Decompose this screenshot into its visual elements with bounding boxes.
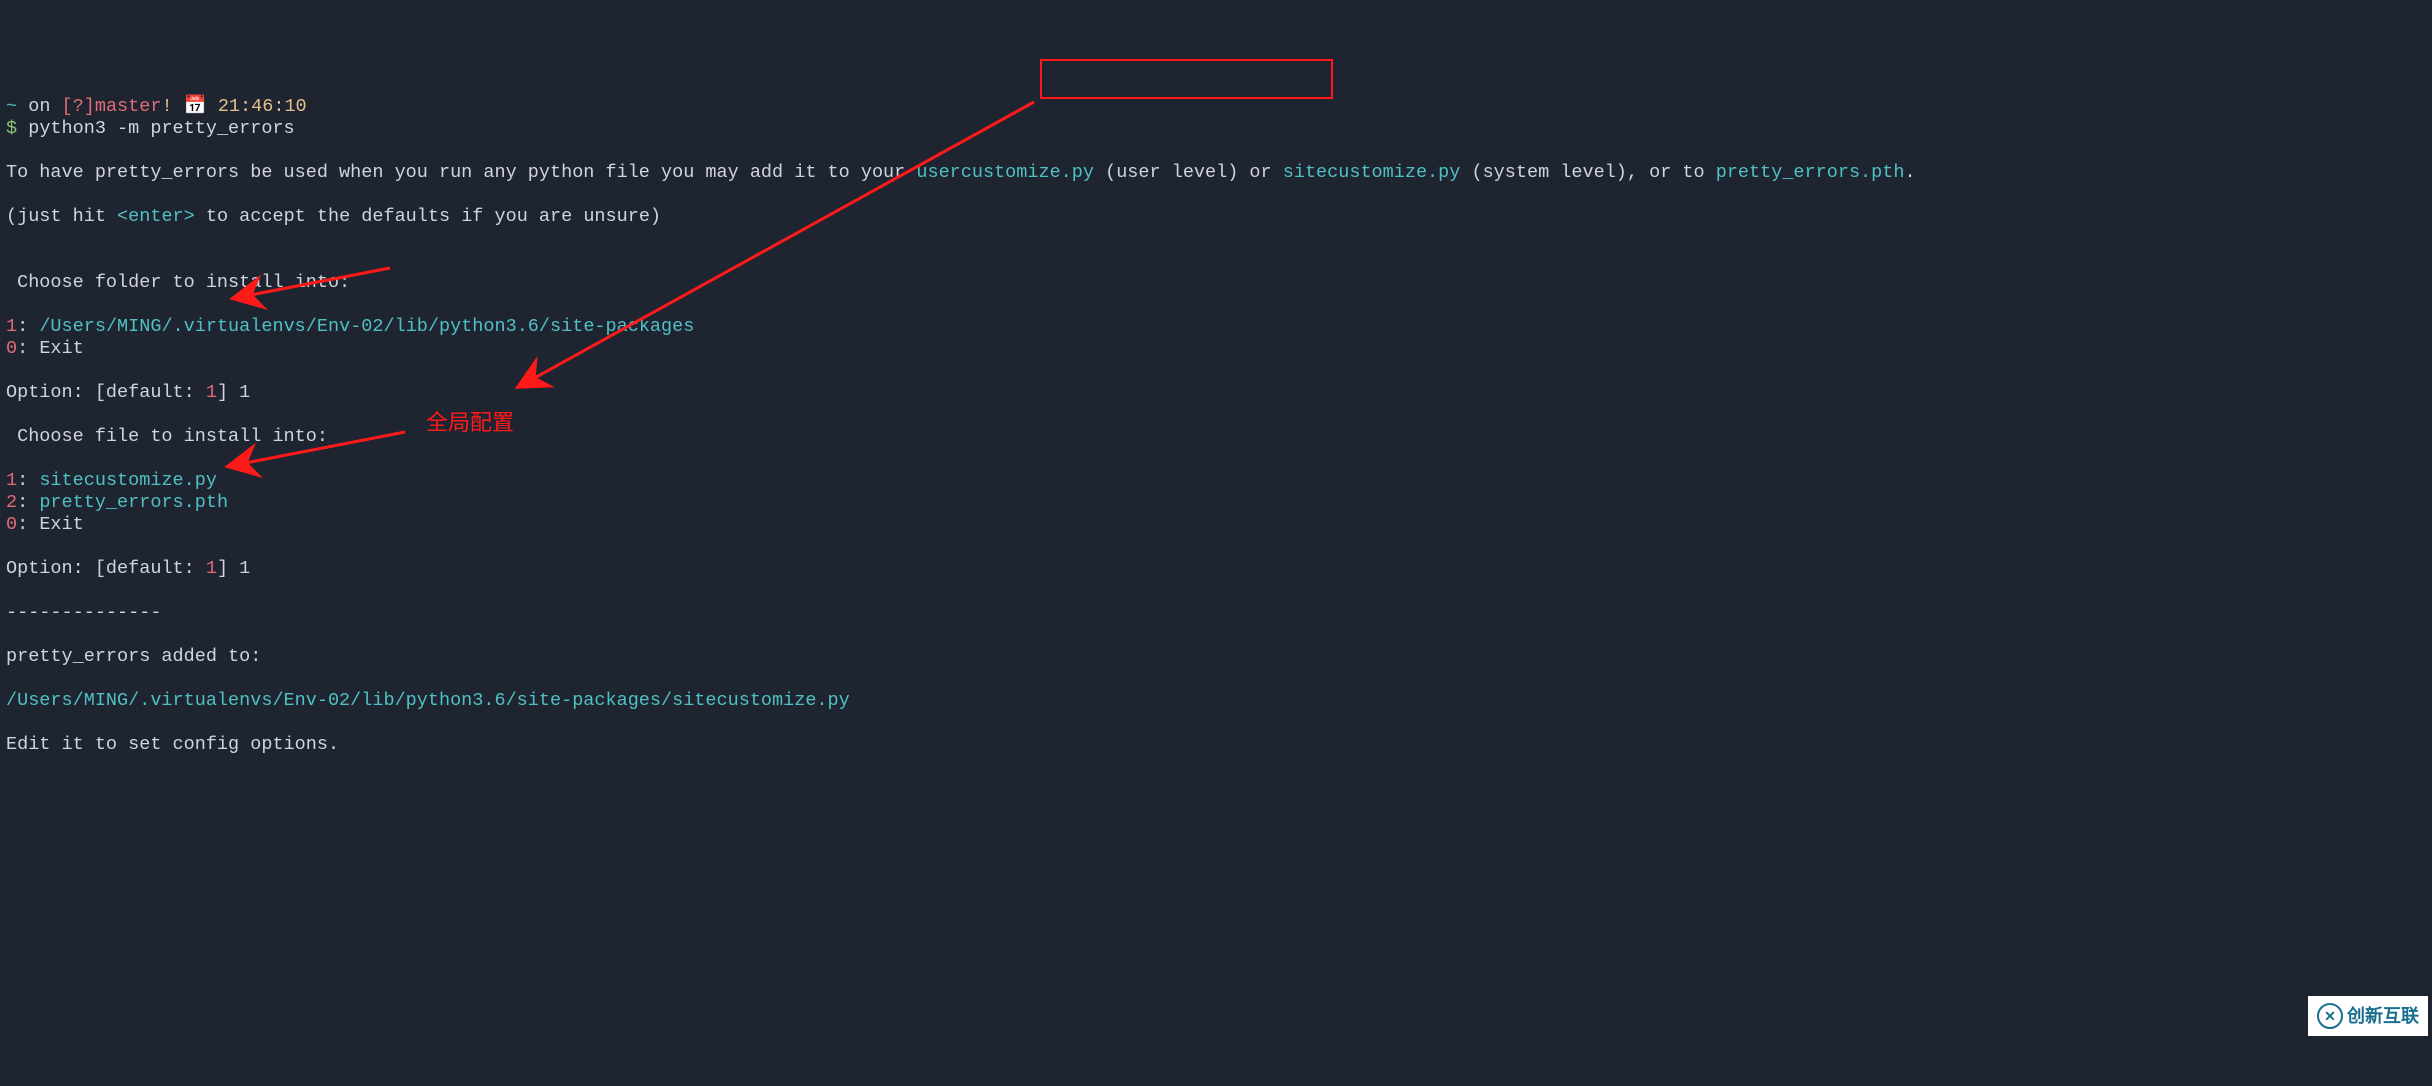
file-option-1-num: 1: [6, 470, 17, 491]
added-to-label: pretty_errors added to:: [6, 646, 261, 667]
clock-icon: 📅: [173, 96, 218, 117]
folder-option-1-colon: :: [17, 316, 39, 337]
file-option-0-num: 0: [6, 514, 17, 535]
info-line-1c: (system level), or to: [1460, 162, 1715, 183]
file-option-1-name: sitecustomize.py: [39, 470, 217, 491]
enter-key: <enter>: [117, 206, 195, 227]
branch-bang: !: [161, 96, 172, 117]
option-prompt-1b: ]: [217, 382, 239, 403]
watermark-logo-icon: ✕: [2317, 1003, 2343, 1029]
option-input-2[interactable]: 1: [239, 558, 250, 579]
terminal-output: ~ on [?]master! 📅 21:46:10 $ python3 -m …: [6, 96, 2426, 756]
folder-option-1-num: 1: [6, 316, 17, 337]
prompt-dollar: $: [6, 118, 28, 139]
folder-option-1-path: /Users/MING/.virtualenvs/Env-02/lib/pyth…: [39, 316, 694, 337]
edit-hint: Edit it to set config options.: [6, 734, 339, 755]
prompt-tilde: ~: [6, 96, 17, 117]
option-default-2: 1: [206, 558, 217, 579]
option-prompt-2b: ]: [217, 558, 239, 579]
option-prompt-1a: Option: [default:: [6, 382, 206, 403]
choose-folder-header: Choose folder to install into:: [6, 272, 350, 293]
watermark-text: 创新互联: [2347, 1005, 2419, 1027]
pretty-errors-pth-file: pretty_errors.pth: [1716, 162, 1905, 183]
folder-option-0-exit: : Exit: [17, 338, 84, 359]
file-option-2-colon: :: [17, 492, 39, 513]
branch-name: master: [95, 96, 162, 117]
usercustomize-file: usercustomize.py: [916, 162, 1094, 183]
command: python3 -m pretty_errors: [28, 118, 294, 139]
info-line-2a: (just hit: [6, 206, 117, 227]
watermark: ✕ 创新互联: [2308, 996, 2428, 1036]
highlight-box: [1040, 59, 1333, 99]
prompt-on: on: [17, 96, 61, 117]
file-option-0-exit: : Exit: [17, 514, 84, 535]
added-path: /Users/MING/.virtualenvs/Env-02/lib/pyth…: [6, 690, 850, 711]
annotation-label: 全局配置: [426, 412, 514, 434]
option-prompt-2a: Option: [default:: [6, 558, 206, 579]
choose-file-header: Choose file to install into:: [6, 426, 328, 447]
dash-separator: --------------: [6, 602, 161, 623]
file-option-1-colon: :: [17, 470, 39, 491]
folder-option-0-num: 0: [6, 338, 17, 359]
branch-marker: [?]: [62, 96, 95, 117]
info-line-1a: To have pretty_errors be used when you r…: [6, 162, 916, 183]
sitecustomize-file: sitecustomize.py: [1283, 162, 1461, 183]
option-input-1[interactable]: 1: [239, 382, 250, 403]
file-option-2-num: 2: [6, 492, 17, 513]
file-option-2-name: pretty_errors.pth: [39, 492, 228, 513]
info-line-2b: to accept the defaults if you are unsure…: [195, 206, 661, 227]
info-line-1b: (user level) or: [1094, 162, 1283, 183]
info-line-1d: .: [1904, 162, 1915, 183]
option-default-1: 1: [206, 382, 217, 403]
prompt-time: 21:46:10: [218, 96, 307, 117]
